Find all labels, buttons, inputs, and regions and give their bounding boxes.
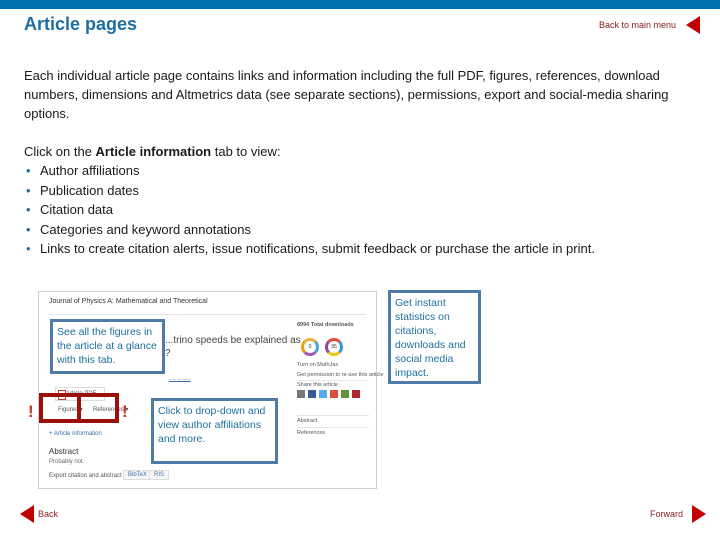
references-tab-highlight xyxy=(77,393,119,423)
mendeley-share-icon[interactable] xyxy=(341,390,349,398)
article-title-line: ...trino speeds be explained as xyxy=(165,335,301,346)
journal-name: Journal of Physics A: Mathematical and T… xyxy=(49,298,208,305)
share-label: Share this article xyxy=(297,382,338,388)
forward-link[interactable]: Forward xyxy=(650,509,683,519)
feature-list: Author affiliations Publication dates Ci… xyxy=(24,161,595,259)
back-to-main-arrow-icon[interactable] xyxy=(686,16,700,34)
authors-link[interactable]: ..., ........ xyxy=(169,376,191,382)
export-label: Export citation and abstract xyxy=(49,473,122,479)
figures-tab-highlight xyxy=(39,393,81,423)
top-accent-bar xyxy=(0,0,720,9)
list-item: Categories and keyword annotations xyxy=(24,220,595,240)
googleplus-share-icon[interactable] xyxy=(330,390,338,398)
forward-arrow-icon[interactable] xyxy=(692,505,706,523)
lead-suffix: tab to view: xyxy=(211,144,281,159)
mathjax-toggle[interactable]: Turn on MathJax xyxy=(297,362,338,368)
article-title-line: ? xyxy=(165,348,171,359)
divider xyxy=(297,380,369,381)
back-link[interactable]: Back xyxy=(38,509,58,519)
exclamation-icon: ! xyxy=(122,402,128,421)
dropdown-callout: Click to drop-down and view author affil… xyxy=(151,398,278,464)
list-item: Author affiliations xyxy=(24,161,595,181)
dimensions-badge-icon[interactable]: 0 xyxy=(301,338,319,356)
altmetric-badge-icon[interactable]: 95 xyxy=(325,338,343,356)
export-bibtex-button[interactable]: BibTeX xyxy=(123,470,153,480)
lead-prefix: Click on the xyxy=(24,144,96,159)
exclamation-icon: ! xyxy=(28,402,34,421)
abstract-text: Probably not. xyxy=(49,459,85,465)
statistics-callout: Get instant statistics on citations, dow… xyxy=(388,290,481,384)
email-share-icon[interactable] xyxy=(297,390,305,398)
page-title: Article pages xyxy=(24,14,138,34)
back-to-main-menu-link[interactable]: Back to main menu xyxy=(599,20,676,30)
intro-paragraph: Each individual article page contains li… xyxy=(24,68,669,121)
divider xyxy=(49,314,366,315)
article-information-tab[interactable]: + Article information xyxy=(49,431,102,437)
article-title: ...trino speeds be explained as? xyxy=(165,334,301,360)
twitter-share-icon[interactable] xyxy=(319,390,327,398)
list-item: Citation data xyxy=(24,200,595,220)
side-menu-references[interactable]: References xyxy=(297,427,369,436)
list-item: Links to create citation alerts, issue n… xyxy=(24,239,595,259)
list-item: Publication dates xyxy=(24,181,595,201)
total-downloads: 8994 Total downloads xyxy=(297,322,354,328)
abstract-heading: Abstract xyxy=(49,447,79,456)
export-citation-row: Export citation and abstract BibTeX RIS xyxy=(49,470,170,480)
permission-link[interactable]: Get permission to re-use this article xyxy=(297,372,384,378)
citeulike-share-icon[interactable] xyxy=(352,390,360,398)
lead-bold: Article information xyxy=(95,144,212,159)
side-menu-abstract[interactable]: Abstract xyxy=(297,415,369,424)
lead-sentence: Click on the Article information tab to … xyxy=(24,142,281,161)
back-arrow-icon[interactable] xyxy=(20,505,34,523)
figures-callout: See all the figures in the article at a … xyxy=(50,319,165,374)
facebook-share-icon[interactable] xyxy=(308,390,316,398)
export-ris-button[interactable]: RIS xyxy=(149,470,170,480)
